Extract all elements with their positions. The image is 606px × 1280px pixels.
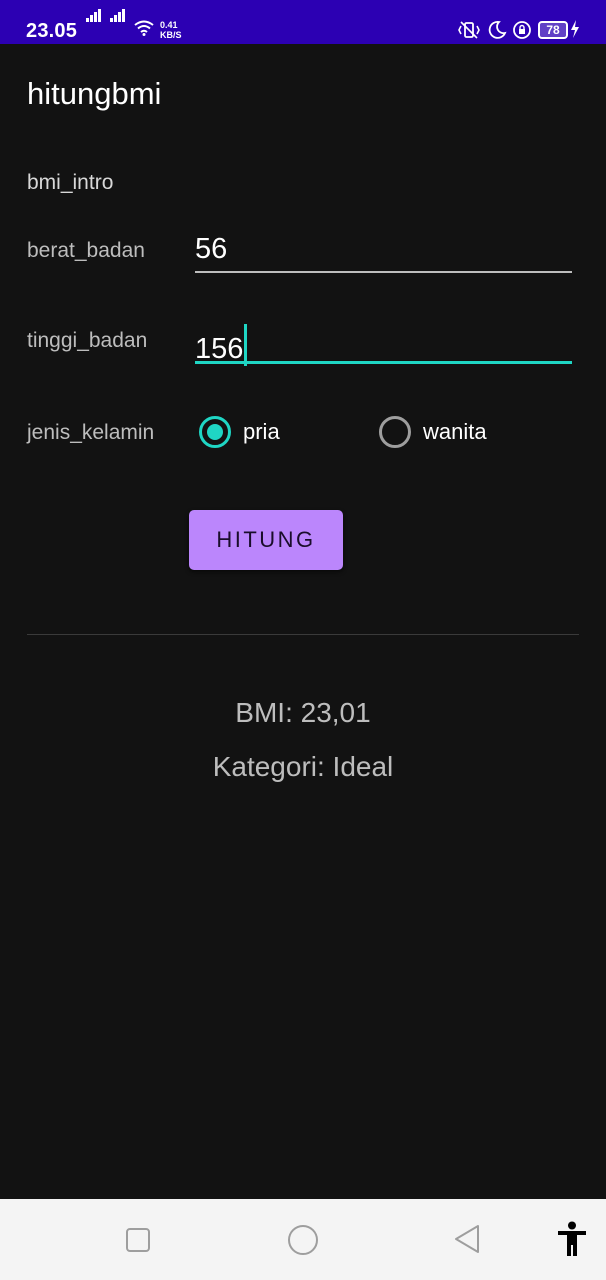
vibrate-icon bbox=[458, 21, 480, 39]
height-input[interactable]: 156 bbox=[195, 320, 572, 366]
calculate-button[interactable]: HITUNG bbox=[189, 510, 343, 570]
radio-wanita-label: wanita bbox=[423, 419, 487, 444]
network-speed-value: 0.41 bbox=[160, 20, 178, 30]
battery-icon: 78 bbox=[538, 21, 568, 39]
radio-unchecked-icon bbox=[379, 416, 411, 448]
weight-input-underline bbox=[195, 271, 572, 273]
text-cursor bbox=[244, 324, 248, 366]
app-title: hitungbmi bbox=[27, 76, 162, 111]
height-label: tinggi_badan bbox=[27, 329, 148, 352]
wifi-icon bbox=[134, 20, 154, 36]
radio-wanita[interactable]: wanita bbox=[379, 416, 487, 448]
radio-pria-label: pria bbox=[243, 419, 280, 444]
height-input-underline bbox=[195, 361, 572, 364]
network-speed-unit: KB/S bbox=[160, 30, 182, 40]
rotation-lock-icon bbox=[513, 21, 531, 39]
radio-pria[interactable]: pria bbox=[199, 416, 280, 448]
weight-label: berat_badan bbox=[27, 239, 145, 262]
navigation-bar bbox=[0, 1199, 606, 1280]
charging-icon bbox=[571, 20, 579, 38]
moon-icon bbox=[488, 21, 507, 39]
back-icon[interactable] bbox=[453, 1224, 481, 1254]
category-result: Kategori: Ideal bbox=[212, 751, 394, 782]
status-time: 23.05 bbox=[26, 20, 78, 42]
weight-input[interactable]: 56 bbox=[195, 229, 572, 273]
home-icon[interactable] bbox=[287, 1224, 319, 1256]
recents-icon[interactable] bbox=[125, 1227, 151, 1253]
divider bbox=[27, 634, 579, 635]
radio-checked-icon bbox=[199, 416, 231, 448]
bmi-result: BMI: 23,01 bbox=[235, 697, 371, 728]
weight-input-value: 56 bbox=[195, 233, 228, 265]
status-bar: 23.05 0.41 KB/S 78 bbox=[0, 0, 606, 44]
gender-label: jenis_kelamin bbox=[27, 421, 155, 444]
network-speed: 0.41 KB/S bbox=[160, 20, 182, 40]
accessibility-icon[interactable] bbox=[556, 1221, 588, 1257]
bmi-intro-text: bmi_intro bbox=[27, 171, 114, 194]
